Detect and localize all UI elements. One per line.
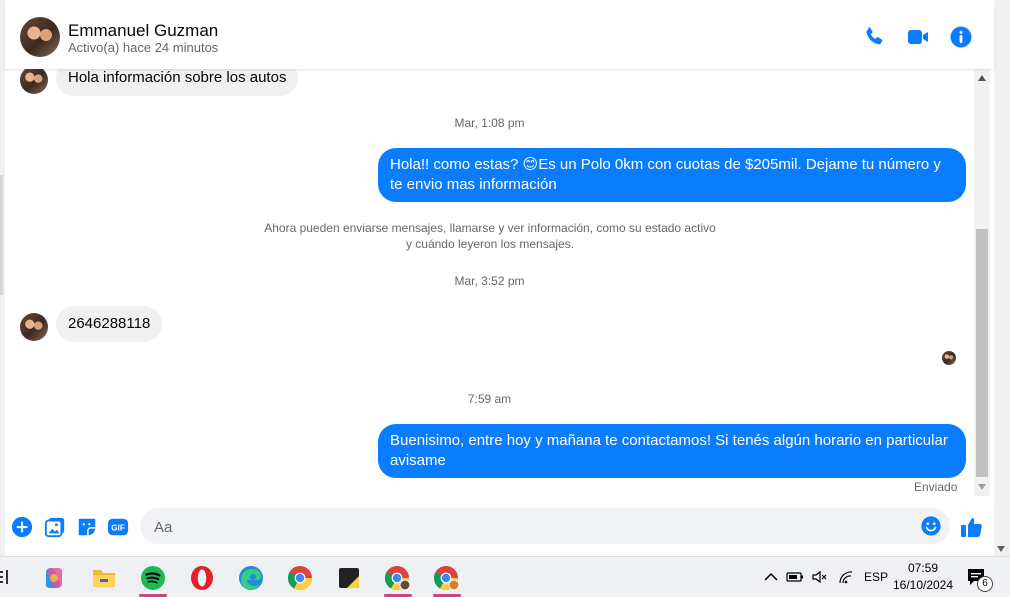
phone-icon[interactable] [862,25,886,49]
contact-message-avatar[interactable] [20,69,48,94]
info-icon[interactable] [949,25,973,49]
wifi-icon[interactable] [838,570,854,584]
messenger-window: Emmanuel Guzman Activo(a) hace 24 minuto… [0,0,1010,556]
spotify-icon[interactable] [133,562,173,597]
message-composer: GIF [5,496,990,556]
sticker-icon[interactable] [76,516,98,538]
clock-time: 07:59 [907,561,939,575]
opera-icon[interactable] [182,562,222,594]
chrome-profile-icon[interactable] [378,562,418,597]
system-clock[interactable]: 07:59 16/10/2024 [890,560,956,594]
copilot-icon[interactable] [34,562,74,594]
message-scrollbar[interactable] [974,69,990,496]
contact-avatar[interactable] [20,17,60,57]
message-timestamp: Mar, 3:52 pm [454,274,525,288]
emoji-icon[interactable] [920,515,942,537]
message-input[interactable] [152,508,916,546]
message-input-container[interactable] [140,508,950,546]
plus-icon[interactable] [11,516,33,538]
image-icon[interactable] [44,516,66,538]
speaker-muted-icon[interactable] [812,570,828,584]
chevron-up-icon[interactable] [764,572,778,582]
system-notice: Ahora pueden enviarse mensajes, llamarse… [264,221,716,251]
incoming-message[interactable]: Hola información sobre los autos [56,69,299,96]
message-list: Hola información sobre los autos Mar, 1:… [5,69,974,496]
outgoing-message[interactable]: Buenisimo, entre hoy y mañana te contact… [378,424,966,478]
window-scroll-edge[interactable] [994,0,1010,556]
scroll-down-arrow-icon[interactable] [978,484,986,490]
gif-label: GIF [111,524,125,533]
clock-date: 16/10/2024 [892,578,954,592]
chrome-profile-icon-2[interactable] [427,562,467,597]
message-timestamp: Mar, 1:08 pm [454,116,525,130]
outgoing-message[interactable]: Hola!! como estas? 😊Es un Polo 0km con c… [378,148,966,202]
input-language[interactable]: ESP [864,570,888,584]
battery-icon[interactable] [786,571,804,583]
scrollbar-thumb[interactable] [976,229,988,477]
file-explorer-icon[interactable] [84,562,124,594]
message-timestamp: 7:59 am [467,392,512,406]
contact-message-avatar[interactable] [20,313,48,341]
incoming-message[interactable]: 2646288118 [56,306,163,342]
contact-status: Activo(a) hace 24 minutos [68,40,219,55]
gif-icon[interactable]: GIF [107,516,129,538]
message-sent-status: Enviado [914,480,958,494]
chat-header: Emmanuel Guzman Activo(a) hace 24 minuto… [5,5,994,69]
scroll-up-arrow-icon[interactable] [978,75,986,81]
task-view-icon[interactable] [0,569,14,585]
video-camera-icon[interactable] [906,25,930,49]
system-tray: ESP [764,557,888,597]
read-receipt-avatar [942,351,956,365]
contact-name[interactable]: Emmanuel Guzman [68,21,218,41]
notification-count-badge: 6 [977,576,993,592]
sticky-notes-icon[interactable] [329,562,369,594]
scroll-down-arrow-icon[interactable] [997,546,1005,552]
chrome-icon[interactable] [280,562,320,594]
windows-taskbar: ESP 07:59 16/10/2024 6 [0,556,1010,597]
thumbs-up-icon[interactable] [959,515,983,539]
edge-icon[interactable] [231,562,271,594]
